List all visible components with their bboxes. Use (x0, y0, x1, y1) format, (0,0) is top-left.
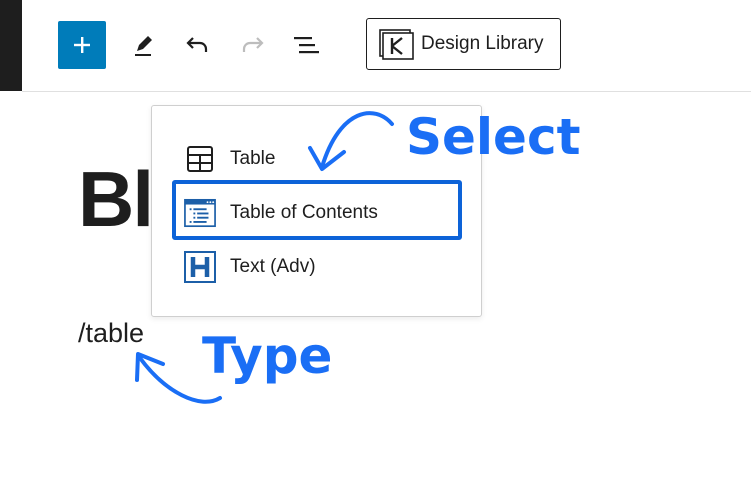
annotation-arrows (135, 111, 394, 404)
type-arrow (138, 356, 222, 404)
